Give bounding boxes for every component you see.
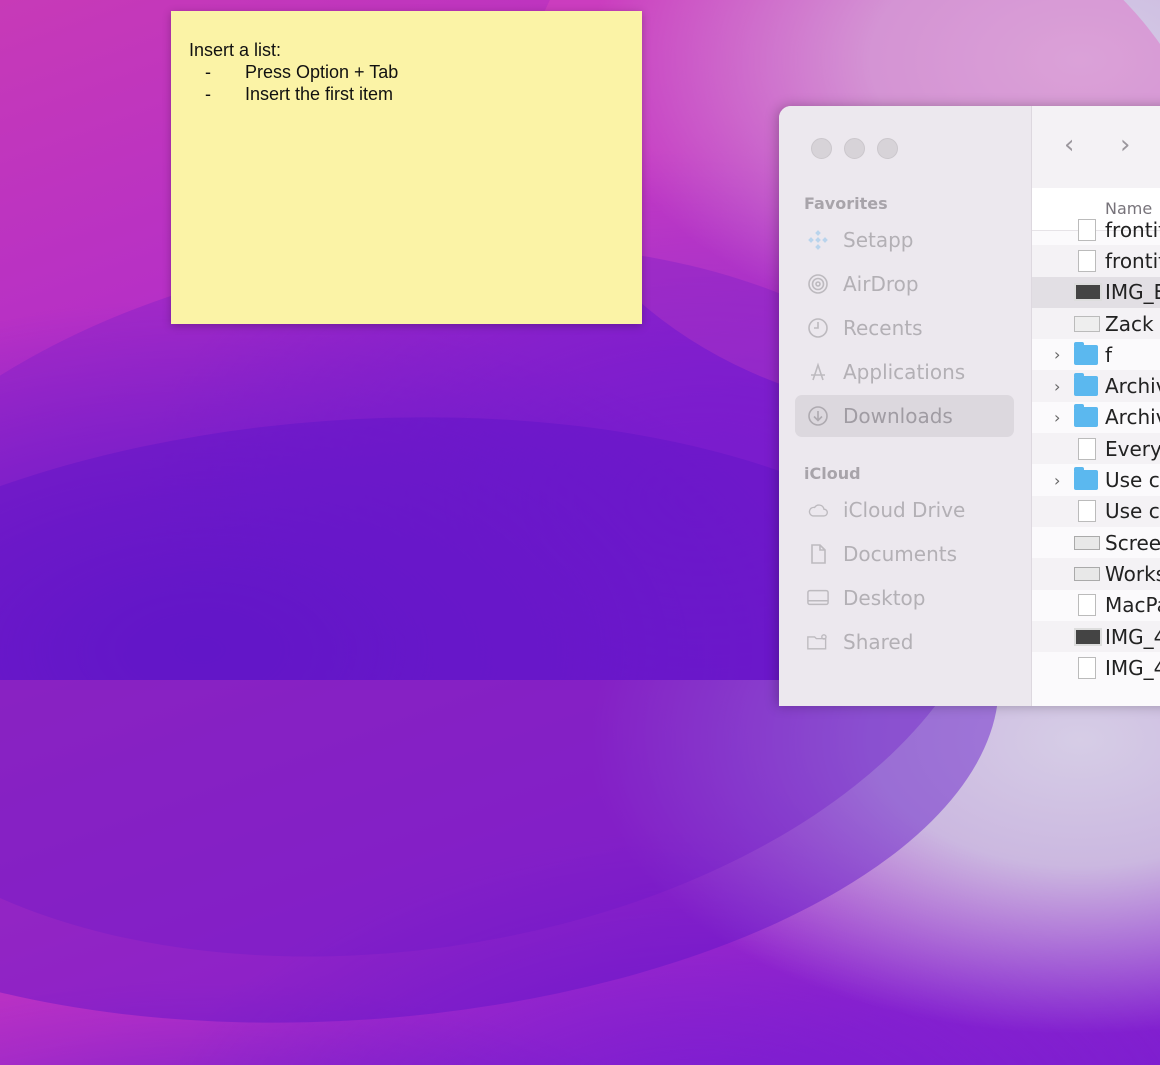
sidebar-item-label: AirDrop [843,272,919,296]
clock-icon [807,317,829,339]
file-row[interactable]: › Archiv [1032,402,1160,433]
file-name: Use c [1105,468,1160,493]
file-name: Scree [1105,530,1160,555]
forward-button[interactable]: › [1120,130,1130,160]
file-name: Everyb [1105,436,1160,461]
favorites-heading: Favorites [804,194,888,213]
file-rows: frontitfrontitIMG_EZack S›f›Archiv›Archi… [1032,214,1160,683]
sidebar-item-label: Downloads [843,404,953,428]
close-button[interactable] [811,138,832,159]
sidebar-item-label: Setapp [843,228,914,252]
file-row[interactable]: › Use c [1032,464,1160,495]
sidebar-item-shared[interactable]: Shared [795,621,1014,663]
list-dash: - [205,62,211,82]
sidebar-item-downloads[interactable]: Downloads [795,395,1014,437]
file-row[interactable]: Scree [1032,527,1160,558]
file-row[interactable]: IMG_4 [1032,620,1160,653]
file-name: f [1105,342,1113,367]
file-row[interactable]: frontit [1032,245,1160,277]
applications-icon [807,361,829,383]
sidebar-item-label: iCloud Drive [843,498,966,522]
file-row[interactable]: Use c [1032,495,1160,527]
file-icon [1074,535,1100,550]
file-row[interactable]: IMG_E [1032,276,1160,308]
airdrop-icon [807,273,829,295]
sticky-list-item: - Insert the first item [205,84,393,105]
file-name: IMG_4 [1105,624,1160,649]
file-icon [1078,437,1096,460]
sidebar-item-airdrop[interactable]: AirDrop [795,263,1014,305]
file-name: Archiv [1105,405,1160,430]
file-row[interactable]: MacPa [1032,590,1160,621]
sticky-note[interactable]: Insert a list: - Press Option + Tab - In… [171,11,642,324]
sidebar-item-label: Recents [843,316,923,340]
file-icon [1074,283,1102,302]
sidebar-item-applications[interactable]: Applications [795,351,1014,393]
file-icon [1074,627,1102,646]
file-row[interactable]: › Archiv [1032,370,1160,402]
icloud-heading: iCloud [804,464,861,483]
desktop-icon [807,587,829,609]
disclosure-chevron-icon[interactable]: › [1054,345,1060,364]
sidebar-item-label: Desktop [843,586,926,610]
file-name: IMG_4 [1105,655,1160,680]
disclosure-chevron-icon[interactable]: › [1054,377,1060,396]
file-icon [1078,594,1096,617]
folder-icon [1074,341,1098,365]
file-icon [1078,218,1096,241]
sidebar-item-label: Shared [843,630,914,654]
sidebar-item-setapp[interactable]: Setapp [795,219,1014,261]
sticky-list-item: - Press Option + Tab [205,62,398,83]
document-icon [807,543,829,565]
download-icon [807,405,829,427]
shared-folder-icon [807,631,829,653]
file-row[interactable]: › f [1032,339,1160,370]
file-row[interactable]: Works [1032,558,1160,590]
sidebar-item-icloud-drive[interactable]: iCloud Drive [795,489,1014,531]
file-name: frontit [1105,248,1160,273]
disclosure-chevron-icon[interactable]: › [1054,408,1060,427]
file-name: IMG_E [1105,280,1160,305]
finder-file-list: ‹ › Name frontitfrontitIMG_EZack S›f›Arc… [1032,106,1160,706]
file-icon [1074,315,1100,332]
folder-icon [1074,467,1098,491]
sidebar-item-desktop[interactable]: Desktop [795,577,1014,619]
file-row[interactable]: Zack S [1032,307,1160,340]
cloud-icon [807,499,829,521]
file-icon [1078,249,1096,272]
file-row[interactable]: Everyb [1032,433,1160,465]
setapp-icon [807,229,829,251]
finder-window[interactable]: Favorites Setapp AirDrop Recents Applica… [779,106,1160,706]
disclosure-chevron-icon[interactable]: › [1054,471,1060,490]
window-controls [811,138,898,159]
sidebar-item-recents[interactable]: Recents [795,307,1014,349]
sidebar-item-documents[interactable]: Documents [795,533,1014,575]
list-dash: - [205,84,211,104]
list-item-text: Press Option + Tab [245,62,399,82]
file-name: Archiv [1105,374,1160,399]
file-icon [1074,566,1100,581]
sticky-heading: Insert a list: [189,40,282,60]
finder-toolbar: ‹ › [1032,106,1160,189]
file-row[interactable]: frontit [1032,214,1160,245]
file-name: Zack S [1105,311,1160,336]
file-name: Use c [1105,499,1160,524]
file-name: Works [1105,561,1160,586]
file-icon [1078,500,1096,523]
file-name: frontit [1105,217,1160,242]
back-button[interactable]: ‹ [1064,130,1074,160]
list-item-text: Insert the first item [245,84,394,104]
minimize-button[interactable] [844,138,865,159]
folder-icon [1074,404,1098,428]
file-name: MacPa [1105,593,1160,618]
zoom-button[interactable] [877,138,898,159]
sidebar-item-label: Applications [843,360,966,384]
folder-icon [1074,373,1098,397]
sidebar-item-label: Documents [843,542,958,566]
finder-sidebar: Favorites Setapp AirDrop Recents Applica… [779,106,1032,706]
file-row[interactable]: IMG_4 [1032,652,1160,683]
file-icon [1078,656,1096,679]
